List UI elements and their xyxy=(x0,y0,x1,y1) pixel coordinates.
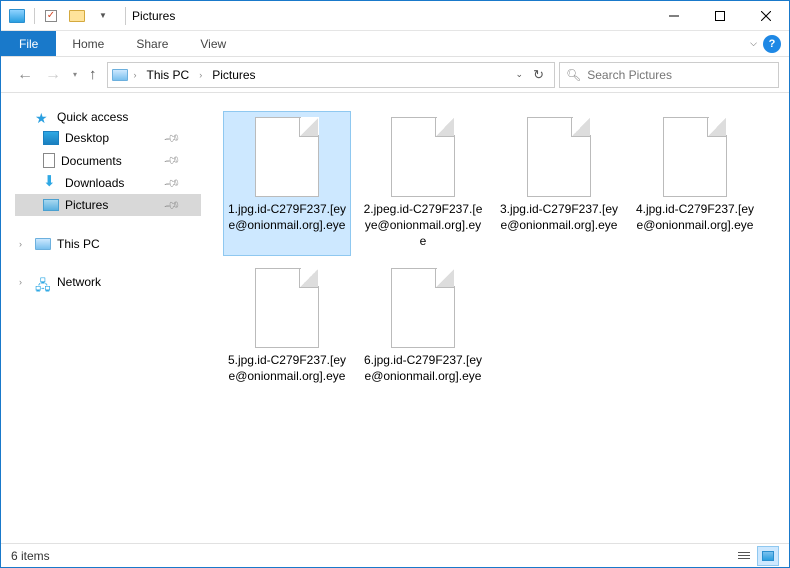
sidebar-item-label: This PC xyxy=(57,237,100,251)
file-item[interactable]: 2.jpeg.id-C279F237.[eye@onionmail.org].e… xyxy=(359,111,487,256)
file-item[interactable]: 6.jpg.id-C279F237.[eye@onionmail.org].ey… xyxy=(359,262,487,390)
pin-icon: 📌︎ xyxy=(163,196,182,215)
status-text: 6 items xyxy=(11,549,50,563)
search-icon: 🔍︎ xyxy=(566,68,581,82)
qat-separator xyxy=(31,5,37,27)
refresh-icon[interactable]: ↻ xyxy=(533,67,544,83)
qat-dropdown-icon[interactable]: ▼ xyxy=(91,5,115,27)
file-tab[interactable]: File xyxy=(1,31,56,56)
file-name: 3.jpg.id-C279F237.[eye@onionmail.org].ey… xyxy=(497,201,621,233)
pin-icon: 📌︎ xyxy=(163,129,182,148)
maximize-button[interactable] xyxy=(697,1,743,31)
file-item[interactable]: 5.jpg.id-C279F237.[eye@onionmail.org].ey… xyxy=(223,262,351,390)
help-icon[interactable]: ? xyxy=(763,35,781,53)
file-icon xyxy=(391,268,455,348)
explorer-body: ★ Quick access Desktop 📌︎ Documents 📌︎ ⬇… xyxy=(1,93,789,543)
back-button[interactable]: ← xyxy=(17,66,33,84)
recent-locations-icon[interactable]: ▾ xyxy=(73,70,77,79)
nav-arrows: ← → ▾ ↑ xyxy=(11,66,103,84)
search-input[interactable] xyxy=(587,68,772,82)
file-name: 2.jpeg.id-C279F237.[eye@onionmail.org].e… xyxy=(361,201,485,250)
ribbon: File Home Share View ⌵ ? xyxy=(1,31,789,57)
caption-buttons xyxy=(651,1,789,31)
pc-icon xyxy=(35,238,51,250)
location-icon xyxy=(112,69,128,81)
thumbnails-view-button[interactable] xyxy=(757,546,779,566)
collapse-ribbon-icon[interactable]: ⌵ xyxy=(750,38,757,49)
details-view-button[interactable] xyxy=(733,546,755,566)
file-icon xyxy=(391,117,455,197)
file-icon xyxy=(527,117,591,197)
status-bar: 6 items xyxy=(1,543,789,567)
sidebar-quick-access[interactable]: ★ Quick access xyxy=(15,107,201,127)
desktop-icon xyxy=(43,131,59,145)
window-title: Pictures xyxy=(132,9,175,23)
pin-icon: 📌︎ xyxy=(163,174,182,193)
sidebar-item-desktop[interactable]: Desktop 📌︎ xyxy=(15,127,201,149)
sidebar-item-label: Pictures xyxy=(65,198,108,212)
download-icon: ⬇ xyxy=(43,176,59,190)
close-button[interactable] xyxy=(743,1,789,31)
sidebar-item-downloads[interactable]: ⬇ Downloads 📌︎ xyxy=(15,172,201,194)
search-box[interactable]: 🔍︎ xyxy=(559,62,779,88)
chevron-right-icon[interactable]: › xyxy=(197,70,204,80)
breadcrumb-root[interactable]: This PC xyxy=(143,66,194,84)
network-icon: 🖧︎ xyxy=(35,275,51,289)
file-item[interactable]: 1.jpg.id-C279F237.[eye@onionmail.org].ey… xyxy=(223,111,351,256)
pin-icon: 📌︎ xyxy=(163,151,182,170)
file-icon xyxy=(255,268,319,348)
tab-home[interactable]: Home xyxy=(56,31,120,56)
file-name: 1.jpg.id-C279F237.[eye@onionmail.org].ey… xyxy=(225,201,349,233)
sidebar-item-label: Network xyxy=(57,275,101,289)
address-bar[interactable]: › This PC › Pictures ⌄ ↻ xyxy=(107,62,555,88)
tab-view[interactable]: View xyxy=(184,31,242,56)
forward-button[interactable]: → xyxy=(45,66,61,84)
breadcrumb-folder[interactable]: Pictures xyxy=(208,66,259,84)
file-icon xyxy=(663,117,727,197)
properties-checkbox-icon[interactable]: ✓ xyxy=(39,5,63,27)
file-name: 5.jpg.id-C279F237.[eye@onionmail.org].ey… xyxy=(225,352,349,384)
chevron-right-icon[interactable]: › xyxy=(132,70,139,80)
minimize-button[interactable] xyxy=(651,1,697,31)
file-icon xyxy=(255,117,319,197)
sidebar-item-label: Quick access xyxy=(57,110,128,124)
quick-access-toolbar: ✓ ▼ xyxy=(1,5,119,27)
address-dropdown-icon[interactable]: ⌄ xyxy=(516,69,524,80)
folder-app-icon[interactable] xyxy=(5,5,29,27)
title-separator xyxy=(125,7,126,25)
file-list[interactable]: 1.jpg.id-C279F237.[eye@onionmail.org].ey… xyxy=(201,93,789,543)
chevron-right-icon[interactable]: › xyxy=(19,239,29,249)
sidebar-network[interactable]: › 🖧︎ Network xyxy=(15,272,201,292)
sidebar-item-label: Desktop xyxy=(65,131,109,145)
pictures-icon xyxy=(43,199,59,211)
file-item[interactable]: 3.jpg.id-C279F237.[eye@onionmail.org].ey… xyxy=(495,111,623,256)
star-icon: ★ xyxy=(35,110,51,124)
sidebar-item-label: Documents xyxy=(61,154,122,168)
sidebar-this-pc[interactable]: › This PC xyxy=(15,234,201,254)
file-name: 6.jpg.id-C279F237.[eye@onionmail.org].ey… xyxy=(361,352,485,384)
tab-share[interactable]: Share xyxy=(120,31,184,56)
sidebar-item-pictures[interactable]: Pictures 📌︎ xyxy=(15,194,201,216)
navigation-bar: ← → ▾ ↑ › This PC › Pictures ⌄ ↻ 🔍︎ xyxy=(1,57,789,93)
new-folder-icon[interactable] xyxy=(65,5,89,27)
navigation-pane: ★ Quick access Desktop 📌︎ Documents 📌︎ ⬇… xyxy=(1,93,201,543)
sidebar-item-documents[interactable]: Documents 📌︎ xyxy=(15,149,201,172)
file-name: 4.jpg.id-C279F237.[eye@onionmail.org].ey… xyxy=(633,201,757,233)
sidebar-item-label: Downloads xyxy=(65,176,124,190)
title-bar: ✓ ▼ Pictures xyxy=(1,1,789,31)
file-item[interactable]: 4.jpg.id-C279F237.[eye@onionmail.org].ey… xyxy=(631,111,759,256)
document-icon xyxy=(43,153,55,168)
chevron-right-icon[interactable]: › xyxy=(19,277,29,287)
up-button[interactable]: ↑ xyxy=(89,66,97,83)
